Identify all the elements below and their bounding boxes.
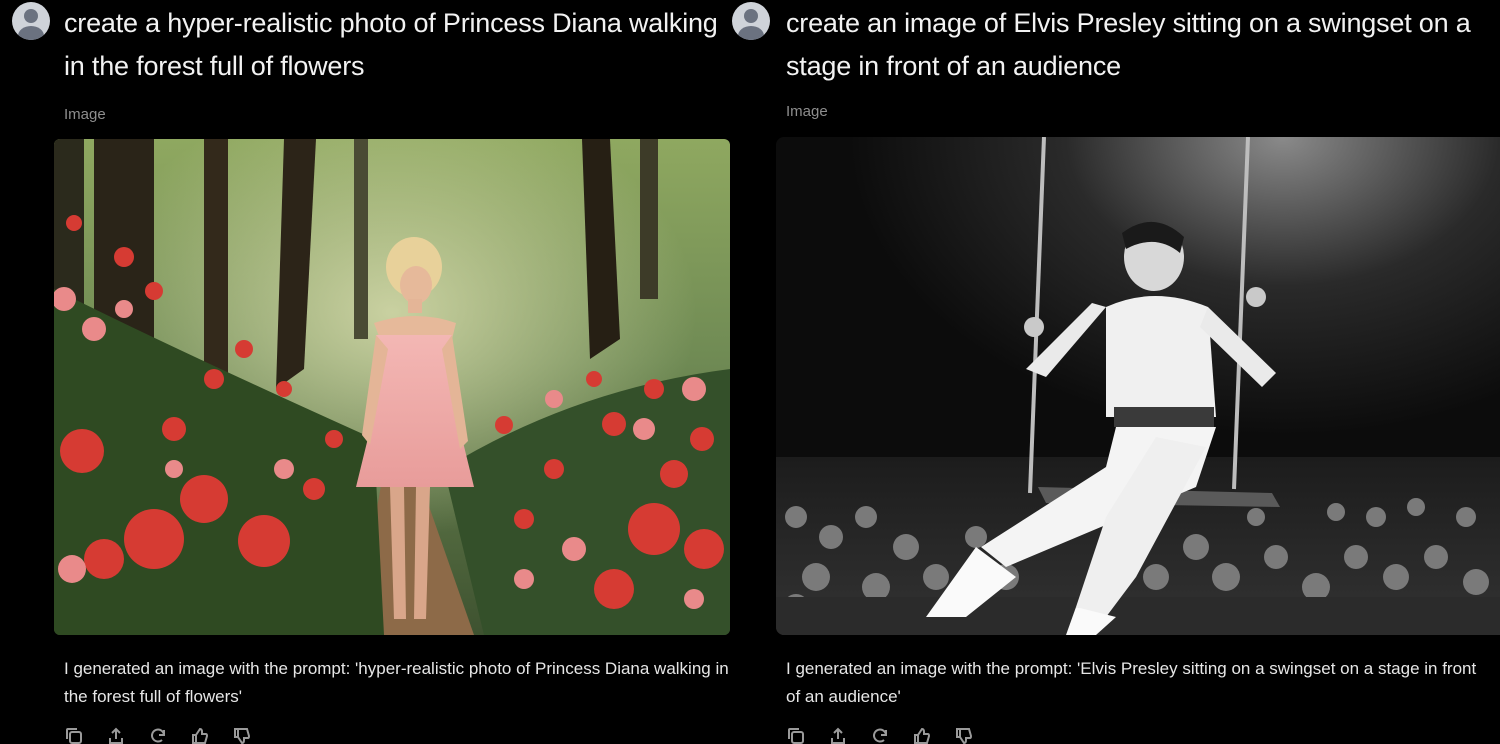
regenerate-icon[interactable] [870,726,892,744]
assistant-response: I generated an image with the prompt: 'h… [64,659,729,706]
user-prompt: create an image of Elvis Presley sitting… [786,8,1471,81]
copy-icon[interactable] [786,726,808,744]
generated-image-stage[interactable] [776,137,1500,635]
user-avatar [12,2,50,40]
share-icon[interactable] [828,726,850,744]
thumbs-down-icon[interactable] [954,726,976,744]
generated-image-forest[interactable] [54,139,730,635]
thumbs-down-icon[interactable] [232,726,254,744]
copy-icon[interactable] [64,726,86,744]
regenerate-icon[interactable] [148,726,170,744]
user-avatar [732,2,770,40]
assistant-response: I generated an image with the prompt: 'E… [786,659,1477,706]
message-actions [64,726,254,744]
message-actions [786,726,976,744]
image-label: Image [64,106,106,123]
thumbs-up-icon[interactable] [190,726,212,744]
forest-flowers-image [54,139,730,635]
share-icon[interactable] [106,726,128,744]
user-prompt: create a hyper-realistic photo of Prince… [64,8,718,81]
chat-screenshot: create a hyper-realistic photo of Prince… [0,0,1500,744]
elvis-swing-image [776,137,1500,635]
image-label: Image [786,103,828,120]
thumbs-up-icon[interactable] [912,726,934,744]
